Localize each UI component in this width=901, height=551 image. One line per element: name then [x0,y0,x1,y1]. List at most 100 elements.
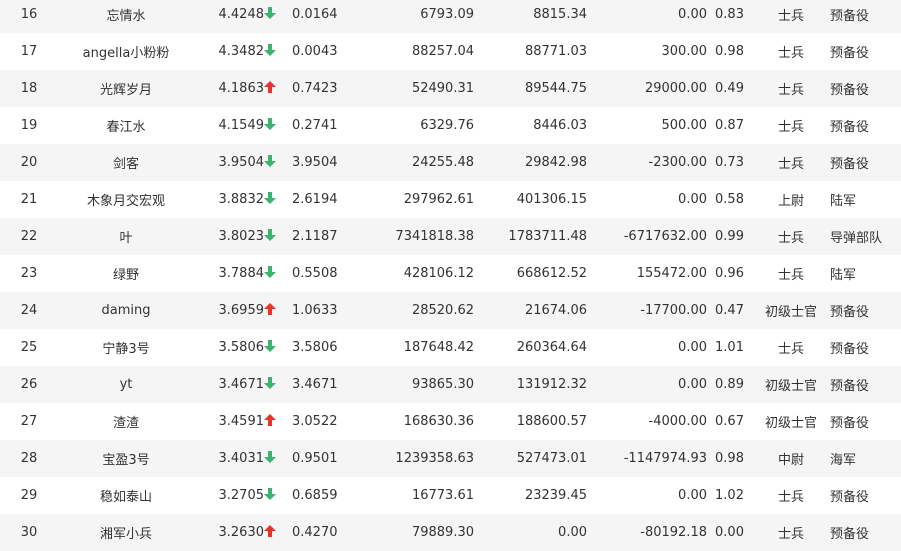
arrow-down-icon [264,118,276,130]
value3-cell: 0.00 [587,366,707,403]
value1-cell: 6793.09 [362,0,474,33]
trend-cell [264,33,292,70]
rate-cell: 2.1187 [292,218,362,255]
rank-cell: 18 [0,70,58,107]
player-name[interactable]: yt [58,366,194,403]
value3-cell: 0.00 [587,329,707,366]
rank-cell: 27 [0,403,58,440]
value1-cell: 88257.04 [362,33,474,70]
unit-cell: 预备役 [830,33,901,70]
rank-cell: 30 [0,514,58,551]
value1-cell: 52490.31 [362,70,474,107]
value3-cell: 29000.00 [587,70,707,107]
value3-cell: -1147974.93 [587,440,707,477]
arrow-down-icon [264,340,276,352]
player-name[interactable]: 宁静3号 [58,329,194,366]
military-rank-cell: 士兵 [752,33,830,70]
ratio-cell: 0.73 [707,144,752,181]
rate-cell: 3.0522 [292,403,362,440]
rate-cell: 0.2741 [292,107,362,144]
value2-cell: 527473.01 [474,440,587,477]
rank-cell: 23 [0,255,58,292]
military-rank-cell: 中尉 [752,440,830,477]
unit-cell: 预备役 [830,329,901,366]
arrow-down-icon [264,7,276,19]
player-name[interactable]: 忘情水 [58,0,194,33]
value2-cell: 188600.57 [474,403,587,440]
value3-cell: 300.00 [587,33,707,70]
ratio-cell: 0.99 [707,218,752,255]
table-row[interactable]: 21 木象月交宏观 3.8832 2.6194 297962.61 401306.15 0.… [0,181,901,218]
player-name[interactable]: 宝盈3号 [58,440,194,477]
value1-cell: 93865.30 [362,366,474,403]
table-row[interactable]: 27 渣渣 3.4591 3.0522 168630.36 188600.57 -4000.… [0,403,901,440]
table-row[interactable]: 25 宁静3号 3.5806 3.5806 187648.42 260364.64 0.00… [0,329,901,366]
score-cell: 3.4591 [194,403,264,440]
arrow-up-icon [264,81,276,93]
unit-cell: 预备役 [830,292,901,329]
table-row[interactable]: 19 春江水 4.1549 0.2741 6329.76 8446.03 500.00 0.8… [0,107,901,144]
value3-cell: 0.00 [587,181,707,218]
table-row[interactable]: 28 宝盈3号 3.4031 0.9501 1239358.63 527473.01 -11… [0,440,901,477]
unit-cell: 陆军 [830,181,901,218]
player-name[interactable]: daming [58,292,194,329]
table-row[interactable]: 22 叶 3.8023 2.1187 7341818.38 1783711.48 -6717… [0,218,901,255]
player-name[interactable]: 剑客 [58,144,194,181]
unit-cell: 预备役 [830,107,901,144]
table-row[interactable]: 17 angella小粉粉 4.3482 0.0043 88257.04 88771.03… [0,33,901,70]
arrow-up-icon [264,414,276,426]
value3-cell: -17700.00 [587,292,707,329]
rate-cell: 0.7423 [292,70,362,107]
value2-cell: 131912.32 [474,366,587,403]
arrow-down-icon [264,377,276,389]
unit-cell: 预备役 [830,144,901,181]
value1-cell: 168630.36 [362,403,474,440]
score-cell: 3.6959 [194,292,264,329]
rate-cell: 0.0164 [292,0,362,33]
value2-cell: 8815.34 [474,0,587,33]
table-row[interactable]: 16 忘情水 4.4248 0.0164 6793.09 8815.34 0.00 0.83 士… [0,0,901,33]
military-rank-cell: 上尉 [752,181,830,218]
trend-cell [264,144,292,181]
value1-cell: 28520.62 [362,292,474,329]
rank-cell: 25 [0,329,58,366]
unit-cell: 预备役 [830,514,901,551]
player-name[interactable]: 春江水 [58,107,194,144]
player-name[interactable]: angella小粉粉 [58,33,194,70]
table-row[interactable]: 30 湘军小兵 3.2630 0.4270 79889.30 0.00 -80192.18 0… [0,514,901,551]
value2-cell: 401306.15 [474,181,587,218]
player-name[interactable]: 光辉岁月 [58,70,194,107]
trend-cell [264,403,292,440]
trend-cell [264,218,292,255]
arrow-down-icon [264,451,276,463]
ranking-table-body: 16 忘情水 4.4248 0.0164 6793.09 8815.34 0.00 0.83 士… [0,0,901,551]
value1-cell: 7341818.38 [362,218,474,255]
table-row[interactable]: 24 daming 3.6959 1.0633 28520.62 21674.06 -177… [0,292,901,329]
table-row[interactable]: 29 稳如泰山 3.2705 0.6859 16773.61 23239.45 0.00 1.… [0,477,901,514]
player-name[interactable]: 湘军小兵 [58,514,194,551]
rate-cell: 0.4270 [292,514,362,551]
score-cell: 3.7884 [194,255,264,292]
value2-cell: 88771.03 [474,33,587,70]
ratio-cell: 0.96 [707,255,752,292]
player-name[interactable]: 绿野 [58,255,194,292]
ratio-cell: 1.02 [707,477,752,514]
player-name[interactable]: 渣渣 [58,403,194,440]
value1-cell: 6329.76 [362,107,474,144]
player-name[interactable]: 稳如泰山 [58,477,194,514]
trend-cell [264,440,292,477]
score-cell: 3.4671 [194,366,264,403]
military-rank-cell: 士兵 [752,477,830,514]
table-row[interactable]: 18 光辉岁月 4.1863 0.7423 52490.31 89544.75 29000.… [0,70,901,107]
military-rank-cell: 士兵 [752,70,830,107]
table-row[interactable]: 26 yt 3.4671 3.4671 93865.30 131912.32 0.00 0.8… [0,366,901,403]
player-name[interactable]: 叶 [58,218,194,255]
table-row[interactable]: 23 绿野 3.7884 0.5508 428106.12 668612.52 155472… [0,255,901,292]
ratio-cell: 0.89 [707,366,752,403]
military-rank-cell: 士兵 [752,514,830,551]
table-row[interactable]: 20 剑客 3.9504 3.9504 24255.48 29842.98 -2300.00… [0,144,901,181]
arrow-down-icon [264,488,276,500]
player-name[interactable]: 木象月交宏观 [58,181,194,218]
rate-cell: 0.6859 [292,477,362,514]
ratio-cell: 0.58 [707,181,752,218]
